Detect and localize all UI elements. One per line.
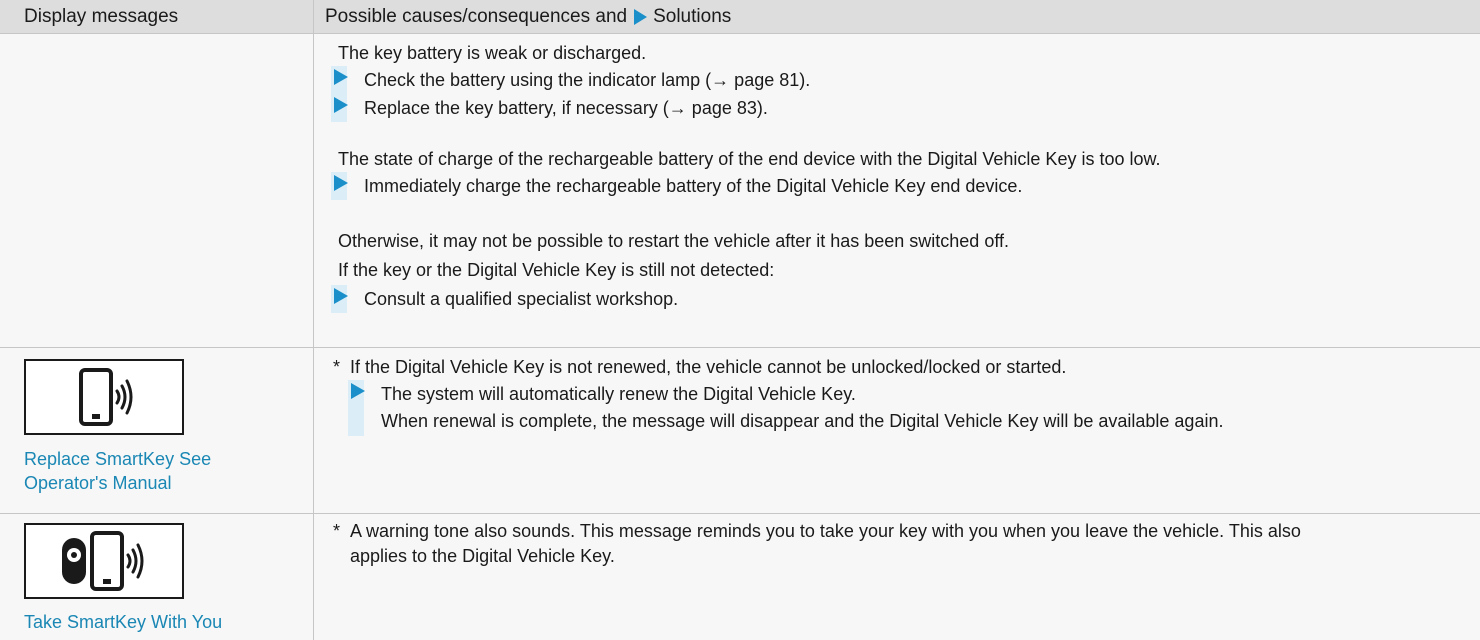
display-messages-table: Display messages Possible causes/consequ… [0, 0, 1480, 640]
header-solutions-label: Solutions [653, 6, 732, 27]
footnote-marker: * [333, 521, 341, 541]
step-text: Check the battery using the indicator la… [364, 70, 811, 90]
column-divider [313, 0, 314, 640]
solution-arrow-icon [634, 9, 648, 25]
step-text: The system will automatically renew the … [381, 384, 856, 404]
cause-text: The key battery is weak or discharged. [338, 43, 647, 63]
note-text: Otherwise, it may not be possible to res… [338, 231, 1010, 251]
message-label: Operator's Manual [24, 473, 172, 493]
solution-arrow-icon [334, 69, 348, 85]
cause-text: The state of charge of the rechargeable … [338, 149, 1161, 169]
header-causes-label: Possible causes/consequences and [325, 6, 628, 27]
solution-arrow-icon [334, 288, 348, 304]
step-text: Replace the key battery, if necessary (→… [364, 98, 768, 118]
footnote-marker: * [333, 357, 341, 377]
solution-arrow-icon [351, 383, 365, 399]
cause-text: A warning tone also sounds. This message… [350, 521, 1301, 541]
header-display-messages: Display messages [24, 6, 179, 27]
step-text: When renewal is complete, the message wi… [381, 411, 1224, 431]
cause-text: If the Digital Vehicle Key is not renewe… [350, 357, 1067, 377]
message-label: Take SmartKey With You [24, 612, 223, 632]
cause-text: applies to the Digital Vehicle Key. [350, 546, 615, 566]
header-causes-solutions: Possible causes/consequences and Solutio… [325, 6, 731, 28]
key-and-phone-signal-icon [24, 523, 184, 599]
step-text: Consult a qualified specialist workshop. [364, 289, 679, 309]
solution-arrow-icon [334, 97, 348, 113]
step-text: Immediately charge the rechargeable batt… [364, 176, 1023, 196]
solution-arrow-icon [334, 175, 348, 191]
note-text: If the key or the Digital Vehicle Key is… [338, 260, 775, 280]
table-header: Display messages Possible causes/consequ… [0, 0, 1480, 34]
message-label: Replace SmartKey See [24, 449, 212, 469]
phone-signal-icon [24, 359, 184, 435]
